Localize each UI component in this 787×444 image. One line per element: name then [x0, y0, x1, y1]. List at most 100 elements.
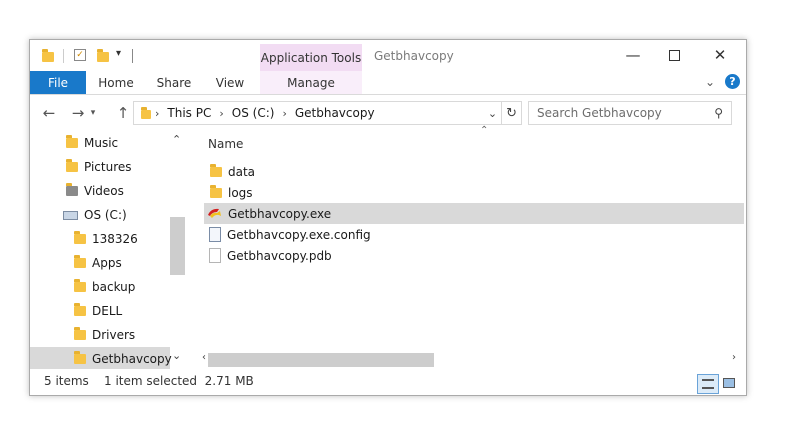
- expand-ribbon-icon[interactable]: ⌄: [705, 75, 715, 89]
- folder-icon: [74, 303, 86, 316]
- folder-icon: [141, 107, 151, 119]
- minimize-icon: —: [625, 46, 641, 64]
- scroll-right-icon[interactable]: ›: [732, 352, 736, 363]
- nav-item-label: Getbhavcopy: [92, 352, 172, 366]
- recent-locations-button[interactable]: ▾: [87, 103, 99, 123]
- nav-item-label: Apps: [92, 256, 122, 270]
- music-folder-icon: [66, 135, 78, 148]
- nav-item-getbhavcopy[interactable]: Getbhavcopy: [30, 347, 172, 369]
- nav-item-label: DELL: [92, 304, 123, 318]
- horizontal-scrollbar-thumb[interactable]: [208, 353, 434, 367]
- up-arrow-icon: ↑: [116, 104, 130, 122]
- search-icon[interactable]: ⚲: [714, 106, 723, 120]
- maximize-icon: [668, 49, 680, 61]
- forward-arrow-icon: →: [71, 104, 85, 122]
- nav-item-os-c[interactable]: OS (C:): [30, 203, 186, 227]
- back-arrow-icon: ←: [42, 104, 56, 122]
- nav-item-label: Videos: [84, 184, 124, 198]
- chevron-right-icon: ›: [282, 106, 287, 120]
- folder-icon: [74, 255, 86, 268]
- file-name: Getbhavcopy.exe: [228, 206, 332, 221]
- file-row-data[interactable]: data: [204, 161, 744, 182]
- refresh-icon[interactable]: ↻: [502, 106, 521, 121]
- chevron-right-icon: ›: [155, 106, 160, 120]
- nav-item-backup[interactable]: backup: [30, 275, 186, 299]
- breadcrumb-this-pc[interactable]: This PC: [163, 106, 215, 120]
- navigation-pane: Music Pictures Videos OS (C:) 138326 App…: [30, 131, 186, 369]
- properties-icon[interactable]: ✓: [74, 49, 86, 61]
- config-file-icon: [209, 227, 221, 242]
- forward-button[interactable]: →: [67, 103, 89, 123]
- large-icons-view-button[interactable]: [719, 374, 739, 392]
- item-count: 5 items: [44, 374, 89, 388]
- folder-icon: [74, 279, 86, 292]
- large-icons-view-icon: [723, 378, 735, 388]
- tab-view[interactable]: View: [210, 71, 250, 94]
- nav-item-label: Music: [84, 136, 119, 150]
- file-row-logs[interactable]: logs: [204, 182, 744, 203]
- tab-share[interactable]: Share: [152, 71, 196, 94]
- nav-item-pictures[interactable]: Pictures: [30, 155, 186, 179]
- breadcrumb-os-c[interactable]: OS (C:): [228, 106, 279, 120]
- back-button[interactable]: ←: [38, 103, 60, 123]
- tab-manage[interactable]: Manage: [260, 71, 362, 94]
- explorer-window: ✓ ▾ Application Tools Getbhavcopy — ✕ Fi…: [29, 39, 747, 396]
- search-input[interactable]: Search Getbhavcopy: [537, 106, 662, 120]
- breadcrumb-getbhavcopy[interactable]: Getbhavcopy: [291, 106, 379, 120]
- scroll-down-icon[interactable]: ⌄: [172, 349, 181, 362]
- folder-icon: [74, 327, 86, 340]
- nav-item-label: OS (C:): [84, 208, 127, 222]
- nav-item-label: Drivers: [92, 328, 136, 342]
- folder-icon: [210, 184, 224, 198]
- details-view-icon: [702, 379, 714, 389]
- pictures-folder-icon: [66, 159, 78, 172]
- help-icon[interactable]: ?: [725, 74, 740, 89]
- tab-home[interactable]: Home: [94, 71, 138, 94]
- minimize-button[interactable]: —: [616, 44, 650, 66]
- nav-item-apps[interactable]: Apps: [30, 251, 186, 275]
- folder-icon: [210, 163, 224, 177]
- nav-item-label: Pictures: [84, 160, 132, 174]
- ribbon-tabs: File Home Share View Manage ⌄ ?: [30, 71, 746, 95]
- nav-item-drivers[interactable]: Drivers: [30, 323, 186, 347]
- address-row: ← → ▾ ↑ › This PC › OS (C:) › Getbhavcop…: [30, 96, 746, 129]
- context-tab-application-tools: Application Tools: [260, 44, 362, 71]
- nav-item-dell[interactable]: DELL: [30, 299, 186, 323]
- selection-info: 1 item selected 2.71 MB: [104, 374, 254, 388]
- file-name: Getbhavcopy.pdb: [227, 248, 332, 263]
- details-view-button[interactable]: [697, 374, 719, 394]
- close-button[interactable]: ✕: [703, 44, 737, 66]
- file-row-getbhavcopy-exe[interactable]: Getbhavcopy.exe: [204, 203, 744, 224]
- nav-scrollbar-thumb[interactable]: [170, 217, 185, 275]
- blank-file-icon: [209, 248, 221, 263]
- up-button[interactable]: ↑: [112, 103, 134, 123]
- scroll-left-icon[interactable]: ‹: [202, 352, 206, 363]
- address-bar[interactable]: › This PC › OS (C:) › Getbhavcopy ⌄ ↻: [133, 101, 522, 125]
- window-title: Getbhavcopy: [374, 49, 454, 63]
- file-row-getbhavcopy-exe-config[interactable]: Getbhavcopy.exe.config: [204, 224, 744, 245]
- search-box[interactable]: Search Getbhavcopy ⚲: [528, 101, 732, 125]
- status-bar: 5 items 1 item selected 2.71 MB: [30, 369, 746, 395]
- file-name: Getbhavcopy.exe.config: [227, 227, 371, 242]
- folder-icon: [74, 231, 86, 244]
- address-dropdown-icon[interactable]: ⌄: [484, 107, 501, 120]
- chevron-down-icon: ▾: [90, 108, 96, 118]
- folder-icon: [42, 49, 54, 64]
- nav-item-138326[interactable]: 138326: [30, 227, 186, 251]
- new-folder-icon[interactable]: [97, 49, 109, 64]
- close-icon: ✕: [713, 46, 727, 64]
- customize-toolbar-icon[interactable]: ▾: [116, 48, 121, 59]
- application-exe-icon: [207, 207, 223, 221]
- divider: [132, 49, 133, 63]
- maximize-button[interactable]: [657, 44, 691, 66]
- folder-icon: [74, 351, 86, 364]
- videos-folder-icon: [66, 183, 78, 196]
- nav-item-music[interactable]: Music: [30, 131, 186, 155]
- nav-item-videos[interactable]: Videos: [30, 179, 186, 203]
- file-row-getbhavcopy-pdb[interactable]: Getbhavcopy.pdb: [204, 245, 744, 266]
- scroll-up-icon[interactable]: ⌃: [172, 133, 181, 146]
- nav-item-label: 138326: [92, 232, 138, 246]
- title-bar: ✓ ▾ Application Tools Getbhavcopy — ✕: [30, 40, 746, 71]
- column-header-name[interactable]: Name: [198, 131, 746, 157]
- tab-file[interactable]: File: [30, 71, 86, 94]
